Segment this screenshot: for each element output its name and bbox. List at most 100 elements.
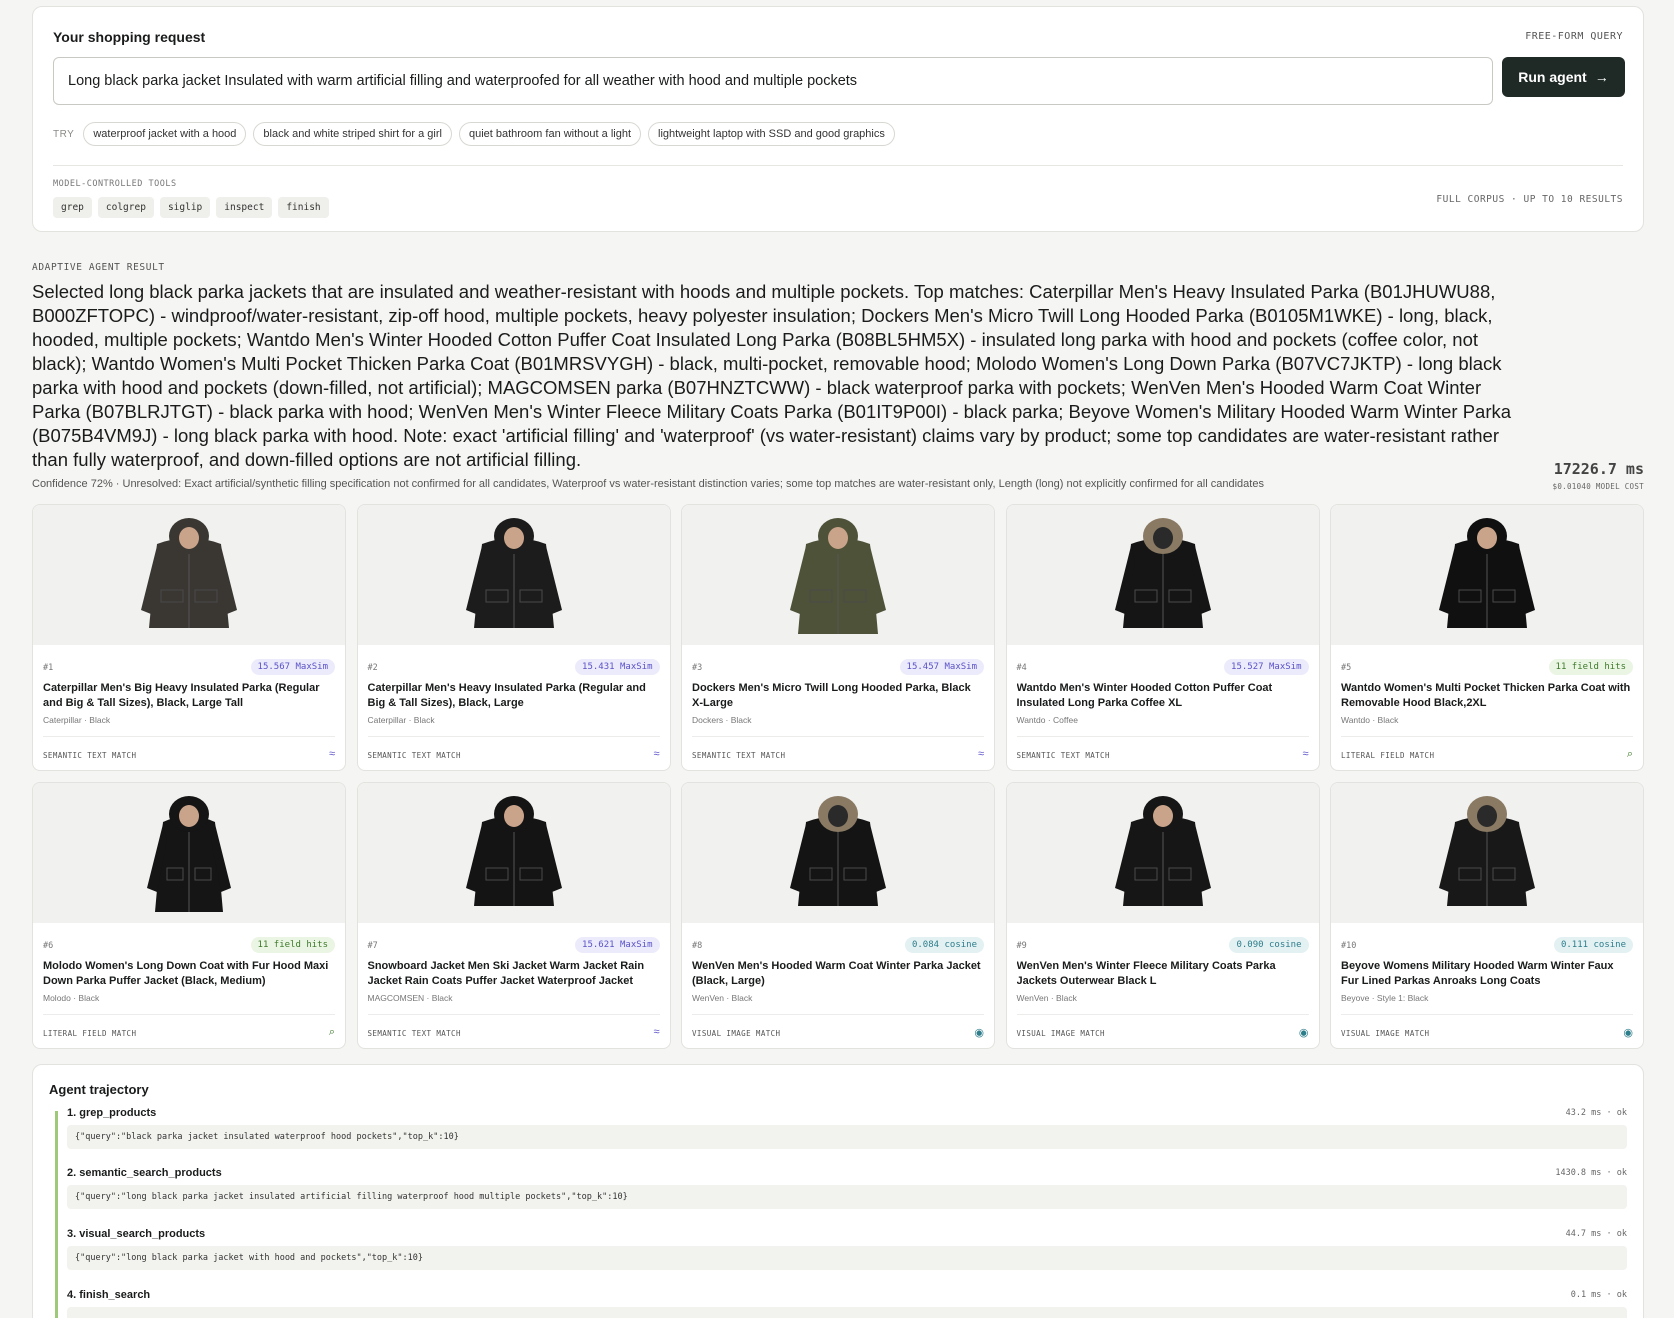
product-meta: Dockers · Black bbox=[692, 715, 752, 725]
step-stat: 1430.8 ms · ok bbox=[1555, 1168, 1627, 1178]
score-badge: 15.431 MaxSim bbox=[575, 659, 660, 675]
semantic-match-icon: ≈ bbox=[653, 1026, 660, 1038]
product-rank: #6 bbox=[43, 941, 54, 951]
match-type-label: SEMANTIC TEXT MATCH bbox=[692, 751, 786, 760]
product-meta: Caterpillar · Black bbox=[367, 715, 435, 725]
step-name: 2. semantic_search_products bbox=[67, 1167, 222, 1179]
match-type-label: SEMANTIC TEXT MATCH bbox=[367, 751, 461, 760]
jacket-image-icon bbox=[1439, 796, 1535, 906]
suggestion-chip[interactable]: lightweight laptop with SSD and good gra… bbox=[648, 122, 895, 146]
agent-trajectory-panel: Agent trajectory 1. grep_products 43.2 m… bbox=[32, 1064, 1644, 1318]
product-title[interactable]: WenVen Men's Winter Fleece Military Coat… bbox=[1017, 959, 1309, 988]
product-grid: #1 15.567 MaxSim Caterpillar Men's Big Hea… bbox=[32, 504, 1644, 1049]
product-card[interactable]: #9 0.090 cosine WenVen Men's Winter Fleece… bbox=[1005, 782, 1320, 1049]
product-title[interactable]: Molodo Women's Long Down Coat with Fur H… bbox=[43, 959, 335, 988]
card-divider bbox=[1341, 736, 1633, 737]
visual-match-icon: ◉ bbox=[1623, 1027, 1633, 1039]
product-meta: Beyove · Style 1: Black bbox=[1341, 993, 1429, 1003]
score-badge: 11 field hits bbox=[1548, 659, 1633, 675]
suggestion-row: TRY waterproof jacket with a hood black … bbox=[53, 122, 895, 146]
jacket-image-icon bbox=[1114, 796, 1211, 906]
product-image[interactable] bbox=[1331, 505, 1643, 645]
product-meta: Molodo · Black bbox=[43, 993, 100, 1003]
product-image[interactable] bbox=[682, 783, 994, 923]
product-rank: #10 bbox=[1341, 941, 1357, 951]
product-image[interactable] bbox=[357, 783, 670, 923]
step-stat: 44.7 ms · ok bbox=[1565, 1229, 1627, 1239]
product-card[interactable]: #4 15.527 MaxSim Wantdo Men's Winter Hoode… bbox=[1005, 504, 1320, 771]
match-type-label: LITERAL FIELD MATCH bbox=[1341, 751, 1435, 760]
run-agent-button[interactable]: Run agent → bbox=[1502, 57, 1625, 97]
suggestion-chip[interactable]: quiet bathroom fan without a light bbox=[458, 122, 641, 146]
product-card[interactable]: #10 0.111 cosine Beyove Womens Military Ho… bbox=[1330, 782, 1644, 1049]
suggestion-chip[interactable]: black and white striped shirt for a girl bbox=[253, 122, 452, 146]
jacket-image-icon bbox=[465, 518, 562, 628]
panel-divider bbox=[53, 165, 1623, 166]
product-card[interactable]: #6 11 field hits Molodo Women's Long Down … bbox=[32, 782, 346, 1049]
semantic-match-icon: ≈ bbox=[1302, 748, 1309, 760]
product-rank: #2 bbox=[367, 663, 378, 673]
product-title[interactable]: Dockers Men's Micro Twill Long Hooded Pa… bbox=[692, 681, 984, 710]
product-title[interactable]: Beyove Womens Military Hooded Warm Winte… bbox=[1341, 959, 1633, 988]
product-title[interactable]: Wantdo Men's Winter Hooded Cotton Puffer… bbox=[1017, 681, 1309, 710]
match-type-label: LITERAL FIELD MATCH bbox=[43, 1029, 137, 1038]
product-title[interactable]: Caterpillar Men's Big Heavy Insulated Pa… bbox=[43, 681, 335, 710]
tools-list: grep colgrep siglip inspect finish bbox=[53, 197, 329, 218]
corpus-note: FULL CORPUS · UP TO 10 RESULTS bbox=[1436, 194, 1623, 205]
tools-label: MODEL-CONTROLLED TOOLS bbox=[53, 179, 177, 189]
step-args bbox=[67, 1307, 1627, 1318]
product-image[interactable] bbox=[1331, 783, 1643, 923]
jacket-image-icon bbox=[1114, 518, 1211, 628]
jacket-image-icon bbox=[141, 518, 237, 628]
product-image[interactable] bbox=[1006, 783, 1319, 923]
product-title[interactable]: Snowboard Jacket Men Ski Jacket Warm Jac… bbox=[368, 959, 660, 988]
product-card[interactable]: #8 0.084 cosine WenVen Men's Hooded Warm C… bbox=[681, 782, 995, 1049]
product-image[interactable] bbox=[33, 505, 345, 645]
match-type-label: VISUAL IMAGE MATCH bbox=[1341, 1029, 1430, 1038]
product-card[interactable]: #7 15.621 MaxSim Snowboard Jacket Men Ski … bbox=[356, 782, 671, 1049]
step-name: 1. grep_products bbox=[67, 1107, 157, 1119]
jacket-image-icon bbox=[147, 796, 231, 912]
product-title[interactable]: Wantdo Women's Multi Pocket Thicken Park… bbox=[1341, 681, 1633, 710]
confidence-note: Confidence 72% · Unresolved: Exact artif… bbox=[32, 478, 1264, 490]
query-input[interactable] bbox=[53, 57, 1493, 105]
product-rank: #8 bbox=[692, 941, 703, 951]
product-card[interactable]: #2 15.431 MaxSim Caterpillar Men's Heavy I… bbox=[356, 504, 671, 771]
product-meta: WenVen · Black bbox=[692, 993, 753, 1003]
product-image[interactable] bbox=[1006, 505, 1319, 645]
card-divider bbox=[367, 736, 660, 737]
tool-chip-siglip: siglip bbox=[159, 197, 211, 218]
product-image[interactable] bbox=[682, 505, 994, 645]
latency-readout: 17226.7 ms bbox=[1553, 460, 1644, 478]
shopping-request-panel: Your shopping request FREE-FORM QUERY Ru… bbox=[32, 6, 1644, 232]
tool-chip-inspect: inspect bbox=[216, 197, 273, 218]
product-card[interactable]: #1 15.567 MaxSim Caterpillar Men's Big Hea… bbox=[32, 504, 346, 771]
trajectory-step: 2. semantic_search_products 1430.8 ms · … bbox=[67, 1167, 1627, 1209]
trajectory-title: Agent trajectory bbox=[49, 1082, 149, 1097]
card-divider bbox=[1016, 736, 1309, 737]
product-title[interactable]: Caterpillar Men's Heavy Insulated Parka … bbox=[368, 681, 660, 710]
request-title: Your shopping request bbox=[53, 29, 206, 45]
product-rank: #3 bbox=[692, 663, 703, 673]
step-args: {"query":"long black parka jacket insula… bbox=[67, 1185, 1627, 1209]
step-name: 4. finish_search bbox=[67, 1289, 151, 1301]
product-image[interactable] bbox=[357, 505, 670, 645]
product-rank: #7 bbox=[367, 941, 378, 951]
score-badge: 15.457 MaxSim bbox=[899, 659, 984, 675]
score-badge: 15.567 MaxSim bbox=[250, 659, 335, 675]
product-rank: #4 bbox=[1016, 663, 1027, 673]
trajectory-step: 1. grep_products 43.2 ms · ok {"query":"… bbox=[67, 1107, 1627, 1149]
jacket-image-icon bbox=[465, 796, 562, 906]
product-card[interactable]: #5 11 field hits Wantdo Women's Multi Pock… bbox=[1330, 504, 1644, 771]
product-meta: WenVen · Black bbox=[1016, 993, 1077, 1003]
product-image[interactable] bbox=[33, 783, 345, 923]
step-args: {"query":"black parka jacket insulated w… bbox=[67, 1125, 1627, 1149]
suggestion-chip[interactable]: waterproof jacket with a hood bbox=[83, 122, 247, 146]
product-rank: #9 bbox=[1016, 941, 1027, 951]
product-card[interactable]: #3 15.457 MaxSim Dockers Men's Micro Twill… bbox=[681, 504, 995, 771]
card-divider bbox=[692, 736, 984, 737]
match-type-label: VISUAL IMAGE MATCH bbox=[692, 1029, 781, 1038]
product-title[interactable]: WenVen Men's Hooded Warm Coat Winter Par… bbox=[692, 959, 984, 988]
semantic-match-icon: ≈ bbox=[328, 748, 335, 760]
product-meta: Wantdo · Black bbox=[1341, 715, 1399, 725]
